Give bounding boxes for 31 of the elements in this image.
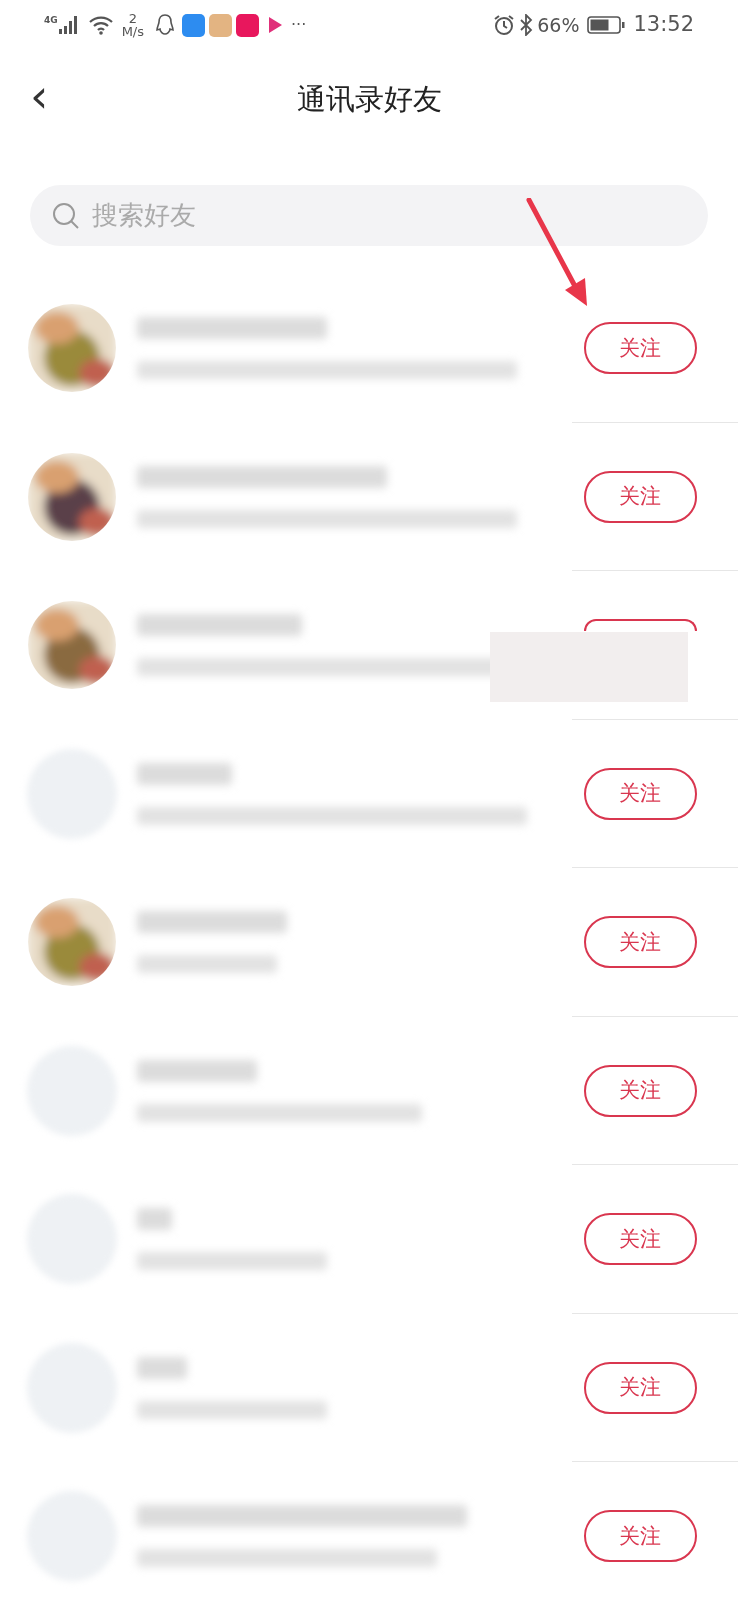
follow-button[interactable]: 关注 [583,767,697,820]
more-icon: ··· [291,13,307,37]
blurred-name [137,1356,187,1379]
signal-icon [57,16,80,34]
search-icon [52,201,80,230]
network-label: 4G [44,14,58,27]
speed-unit: M/s [121,25,145,38]
app-icon [209,13,233,37]
penguin-icon [156,14,175,36]
alarm-icon [493,14,516,36]
clock: 13:52 [633,11,694,39]
battery-percent: 66% [537,12,580,38]
app-icon [236,13,260,37]
app-icon [182,13,206,37]
play-icon [267,16,284,34]
follow-button[interactable]: 关注 [583,1064,697,1117]
page-title: 通讯录好友 [296,81,442,119]
follow-button[interactable]: 关注 [583,1213,697,1266]
follow-button[interactable]: 关注 [583,916,697,969]
follow-button[interactable]: 关注 [583,322,697,375]
search-input[interactable]: 搜索好友 [92,196,686,235]
follow-button[interactable]: 关注 [583,470,697,523]
blurred-name [137,1208,172,1231]
speed-value: 2 [128,12,137,25]
back-button[interactable]: ‹ [30,73,49,127]
wifi-icon [87,15,114,35]
follow-button[interactable]: 关注 [583,1510,697,1563]
battery-icon [587,16,626,34]
search-field[interactable]: 搜索好友 [30,185,708,246]
follow-button[interactable]: 关注 [583,1361,697,1414]
bluetooth-icon [519,14,534,36]
